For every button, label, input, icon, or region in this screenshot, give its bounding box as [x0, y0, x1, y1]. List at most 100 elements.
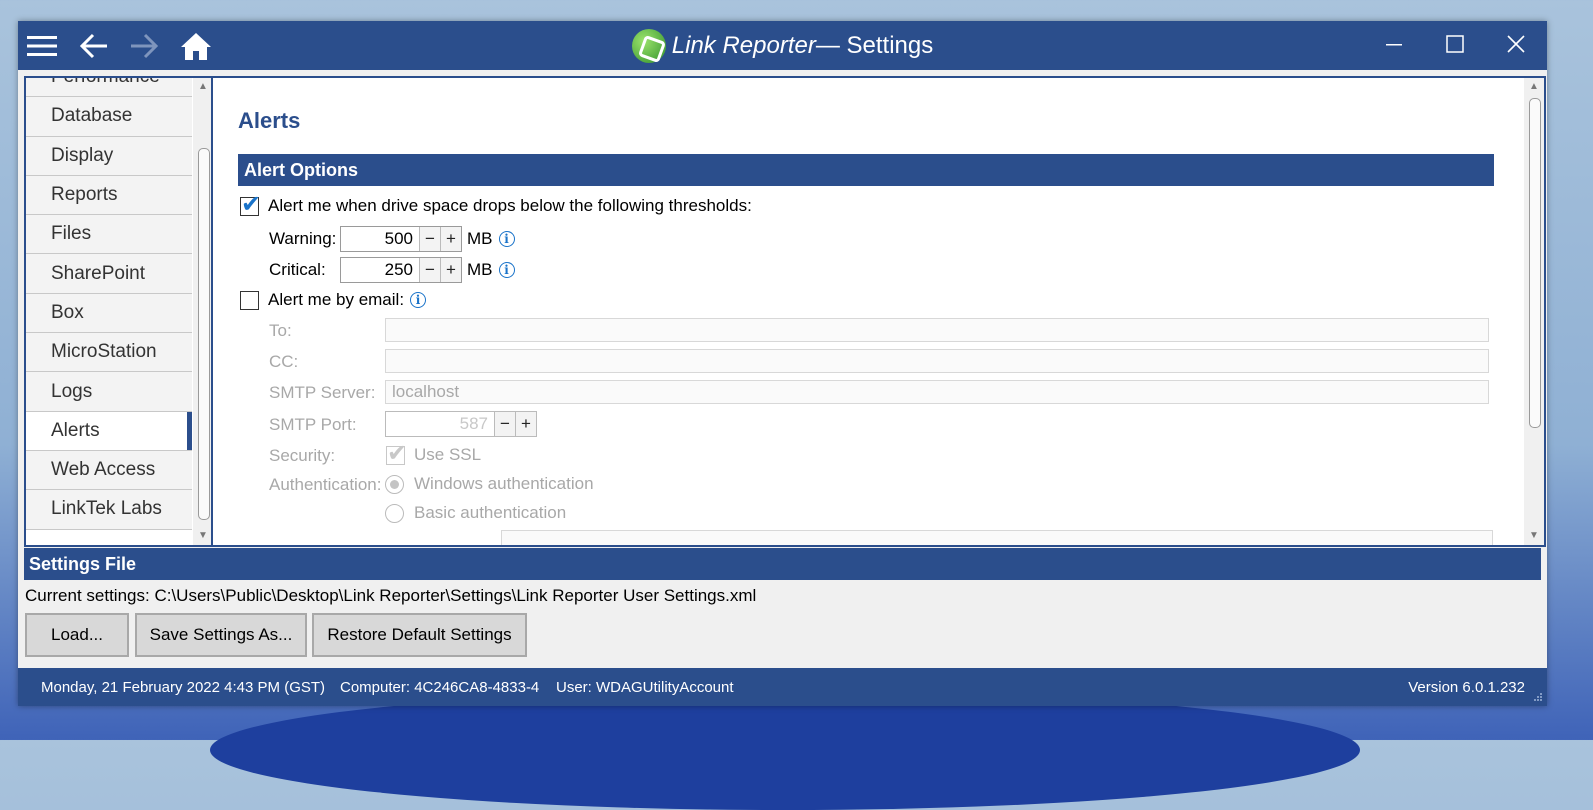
smtp-port-decrement-button[interactable]: −	[494, 412, 515, 436]
settings-nav: Performance Database Display Reports Fil…	[24, 76, 215, 547]
close-button[interactable]	[1487, 21, 1545, 66]
nav-item-label: Reports	[51, 184, 118, 206]
warning-info-icon[interactable]: i	[498, 231, 515, 247]
settings-file-header: Settings File	[24, 548, 1541, 580]
status-user: User: WDAGUtilityAccount	[556, 678, 734, 696]
nav-item-logs[interactable]: Logs	[26, 372, 192, 412]
critical-decrement-button[interactable]: −	[419, 258, 440, 282]
nav-item-database[interactable]: Database	[26, 97, 192, 137]
nav-item-label: Box	[51, 301, 84, 323]
drive-space-checkbox[interactable]	[240, 190, 261, 219]
warning-row: Warning: − + MB i	[269, 226, 515, 252]
nav-item-linktek-labs[interactable]: LinkTek Labs	[26, 490, 192, 530]
nav-scroll-thumb[interactable]	[198, 148, 210, 520]
minimize-button[interactable]	[1365, 21, 1423, 66]
nav-scrollbar[interactable]: ▲ ▼	[193, 78, 213, 545]
basic-auth-radio[interactable]	[385, 503, 404, 523]
current-settings-path: Current settings: C:\Users\Public\Deskto…	[25, 586, 757, 605]
critical-info-icon[interactable]: i	[498, 262, 515, 278]
alert-options-header: Alert Options	[238, 154, 1494, 186]
home-button[interactable]	[178, 28, 214, 64]
scroll-up-arrow-icon[interactable]: ▲	[1524, 78, 1544, 96]
hamburger-icon	[27, 36, 57, 56]
critical-unit: MB	[467, 260, 493, 279]
nav-item-microstation[interactable]: MicroStation	[26, 333, 192, 373]
maximize-icon	[1446, 34, 1464, 53]
maximize-button[interactable]	[1426, 21, 1484, 66]
windows-auth-radio[interactable]	[385, 474, 404, 494]
smtp-server-input[interactable]	[385, 380, 1489, 404]
status-computer: Computer: 4C246CA8-4833-4	[340, 678, 540, 696]
warning-increment-button[interactable]: +	[440, 227, 461, 251]
nav-item-label: Files	[51, 223, 92, 245]
nav-item-label: SharePoint	[51, 262, 146, 284]
use-ssl-row: Use SSL	[386, 439, 482, 468]
forward-button[interactable]	[126, 28, 162, 64]
critical-input[interactable]	[341, 258, 419, 282]
nav-item-label: Performance	[51, 76, 160, 88]
nav-item-label: Display	[51, 144, 114, 166]
warning-decrement-button[interactable]: −	[419, 227, 440, 251]
restore-default-settings-button[interactable]: Restore Default Settings	[312, 613, 527, 657]
email-info-icon[interactable]: i	[410, 292, 427, 308]
to-input[interactable]	[385, 318, 1489, 342]
nav-item-display[interactable]: Display	[26, 136, 192, 176]
back-arrow-icon	[80, 33, 107, 59]
windows-auth-label: Windows authentication	[414, 474, 594, 493]
nav-item-label: MicroStation	[51, 341, 157, 363]
link-reporter-logo-icon	[631, 28, 666, 63]
smtp-server-label: SMTP Server:	[269, 383, 376, 402]
critical-increment-button[interactable]: +	[440, 258, 461, 282]
warning-unit: MB	[467, 229, 493, 248]
close-icon	[1507, 34, 1525, 53]
scroll-down-arrow-icon[interactable]: ▼	[193, 527, 213, 545]
nav-item-box[interactable]: Box	[26, 293, 192, 334]
minimize-icon	[1386, 43, 1402, 45]
nav-item-performance[interactable]: Performance	[26, 76, 192, 98]
save-settings-as-button[interactable]: Save Settings As...	[135, 613, 307, 657]
app-window: Link Reporter — Settings Performance Dat…	[18, 21, 1547, 706]
nav-item-label: Logs	[51, 380, 93, 402]
window-title: Link Reporter — Settings	[18, 21, 1547, 70]
windows-auth-row: Windows authentication	[385, 474, 594, 494]
use-ssl-label: Use SSL	[414, 445, 482, 464]
warning-stepper: − +	[340, 226, 462, 252]
security-label: Security:	[269, 446, 336, 465]
load-button[interactable]: Load...	[25, 613, 129, 657]
content-scrollbar[interactable]: ▲ ▼	[1524, 78, 1544, 545]
email-alert-checkbox[interactable]	[240, 290, 259, 310]
scroll-down-arrow-icon[interactable]: ▼	[1524, 527, 1544, 545]
smtp-port-increment-button[interactable]: +	[515, 412, 536, 436]
email-alert-row: Alert me by email: i	[240, 290, 427, 310]
warning-label: Warning:	[269, 229, 337, 248]
back-button[interactable]	[76, 28, 112, 64]
smtp-port-row: − +	[385, 411, 537, 437]
cc-label: CC:	[269, 352, 299, 371]
nav-item-web-access[interactable]: Web Access	[26, 450, 192, 491]
settings-content: Alerts Alert Options Alert me when drive…	[211, 76, 1546, 547]
hamburger-menu-button[interactable]	[24, 28, 60, 64]
nav-item-sharepoint[interactable]: SharePoint	[26, 254, 192, 294]
basic-auth-label: Basic authentication	[414, 503, 567, 522]
nav-item-alerts[interactable]: Alerts	[26, 411, 192, 451]
use-ssl-checkbox[interactable]	[386, 439, 407, 468]
drive-space-alert-row: Alert me when drive space drops below th…	[240, 190, 752, 219]
nav-item-files[interactable]: Files	[26, 215, 192, 255]
cc-input[interactable]	[385, 349, 1489, 373]
nav-item-label: Alerts	[51, 419, 100, 441]
scroll-up-arrow-icon[interactable]: ▲	[193, 78, 213, 96]
desktop-wallpaper	[210, 690, 1360, 810]
warning-input[interactable]	[341, 227, 419, 251]
to-label: To:	[269, 321, 292, 340]
resize-grip-icon[interactable]	[1533, 692, 1543, 702]
content-scroll-thumb[interactable]	[1529, 98, 1541, 428]
nav-item-reports[interactable]: Reports	[26, 175, 192, 216]
critical-label: Critical:	[269, 260, 326, 279]
status-version: Version 6.0.1.232	[1408, 678, 1525, 696]
smtp-port-input[interactable]	[386, 412, 494, 436]
critical-row: Critical: − + MB i	[269, 257, 515, 283]
status-datetime: Monday, 21 February 2022 4:43 PM (GST)	[41, 678, 326, 696]
section-title: Settings File	[29, 553, 137, 574]
drive-space-label: Alert me when drive space drops below th…	[268, 196, 752, 215]
username-input-partial[interactable]	[501, 530, 1493, 545]
